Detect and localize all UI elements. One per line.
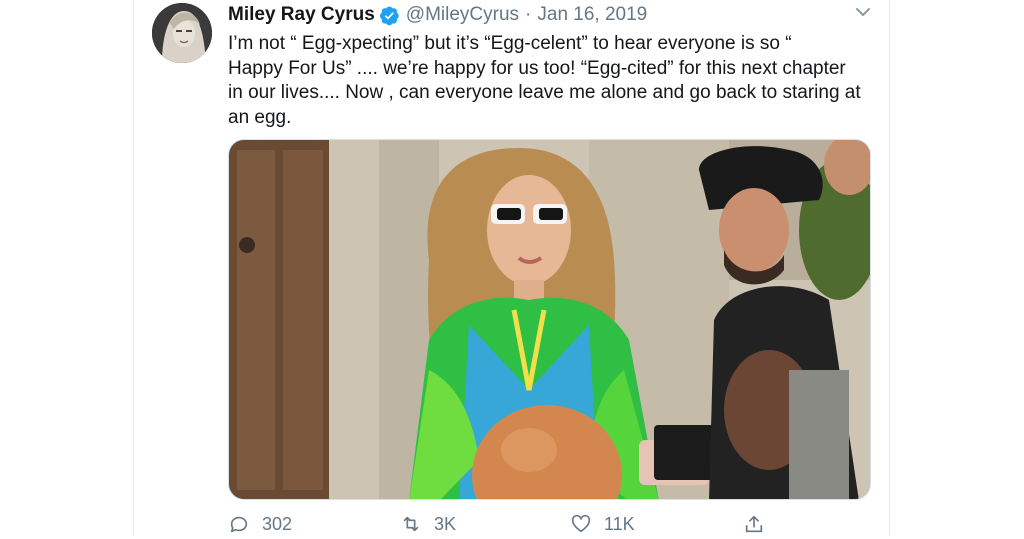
reply-count: 302 [262,513,293,534]
column-divider-right [889,0,890,536]
retweet-count: 3K [434,513,457,534]
share-icon [745,515,763,533]
verified-badge-icon [379,6,399,25]
like-count: 11K [604,513,635,534]
user-handle[interactable]: @MileyCyrus [406,4,519,26]
tweet-photo[interactable] [228,139,871,500]
profile-avatar[interactable] [152,3,212,63]
reply-action[interactable]: 302 [228,513,292,535]
tweet-header: Miley Ray Cyrus @MileyCyrus · Jan 16, 20… [228,2,647,28]
retweet-action[interactable]: 3K [400,513,456,535]
display-name[interactable]: Miley Ray Cyrus [228,4,375,26]
like-action[interactable]: 11K [570,513,635,535]
chevron-down-icon[interactable] [855,6,871,18]
retweet-icon [403,516,419,532]
tweet-actions: 302 3K 11K [228,513,788,539]
tweet-text: I’m not “ Egg-xpecting” but it’s “Egg-ce… [228,33,861,128]
column-divider-left [133,0,134,536]
separator-dot: · [525,4,532,25]
share-action[interactable] [743,513,777,535]
reply-icon [230,516,248,533]
like-icon [571,514,591,533]
tweet-date[interactable]: Jan 16, 2019 [537,4,647,26]
